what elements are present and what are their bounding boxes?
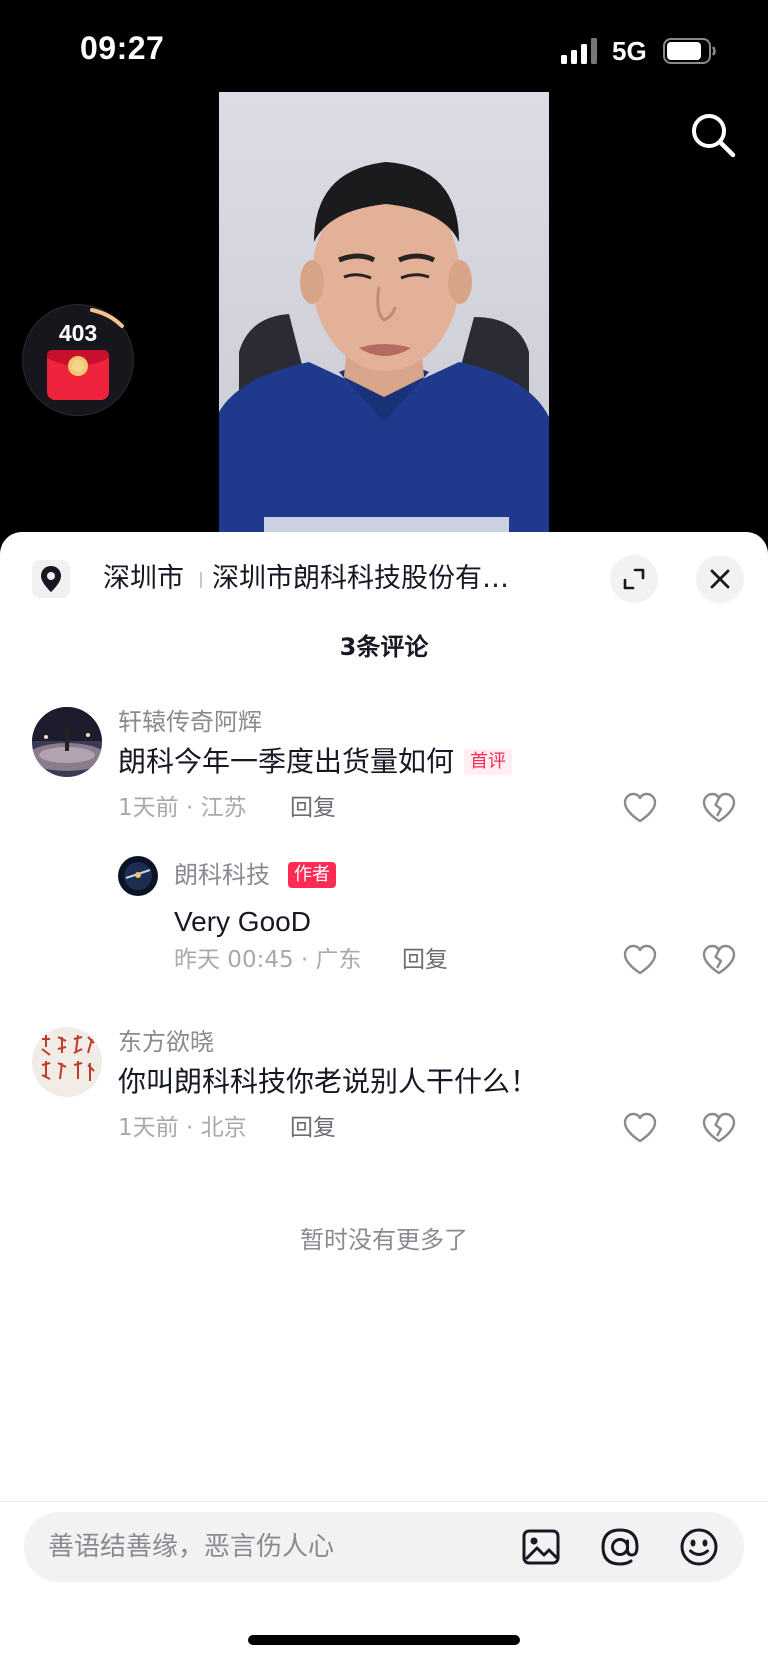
author-badge: 作者 xyxy=(288,862,336,888)
location-pin-icon xyxy=(32,560,70,598)
comment-username[interactable]: 轩辕传奇阿辉 xyxy=(118,707,262,737)
red-packet-count: 403 xyxy=(58,320,98,346)
comment-sheet: 深圳市 深圳市朗科科技股份有… 3条评论 轩辕传奇阿辉 朗科今年一季度出货量如何… xyxy=(0,532,768,1663)
expand-button[interactable] xyxy=(610,555,658,603)
comment-text: 朗科今年一季度出货量如何 首评 xyxy=(118,744,513,780)
image-icon[interactable] xyxy=(520,1526,562,1568)
video-frame-image xyxy=(219,92,549,532)
expand-icon xyxy=(623,568,645,590)
red-packet-timer[interactable]: 403 xyxy=(22,304,134,416)
reply-text: Very GooD xyxy=(174,906,311,937)
reply-button[interactable]: 回复 xyxy=(290,793,336,823)
status-time: 09:27 xyxy=(80,30,165,66)
search-icon[interactable] xyxy=(690,112,736,158)
location-company: 深圳市朗科科技股份有… xyxy=(212,563,509,594)
status-bar: 09:27 5G xyxy=(0,0,768,96)
battery-icon xyxy=(663,38,716,64)
comment-meta: 1天前 · 北京 xyxy=(118,1115,247,1141)
avatar[interactable] xyxy=(32,1027,102,1097)
first-comment-badge: 首评 xyxy=(464,749,513,775)
network-type: 5G xyxy=(612,36,647,66)
like-heart-icon[interactable] xyxy=(623,792,657,824)
reply-username[interactable]: 朗科科技 xyxy=(174,860,270,890)
avatar[interactable] xyxy=(32,707,102,777)
comment-input[interactable] xyxy=(48,1512,508,1582)
comment-text-content: 朗科今年一季度出货量如何 xyxy=(118,745,455,778)
dislike-broken-heart-icon[interactable] xyxy=(702,1112,736,1144)
reply-button[interactable]: 回复 xyxy=(290,1113,336,1143)
red-envelope-icon xyxy=(47,350,109,400)
close-button[interactable] xyxy=(696,555,744,603)
comment-item: 轩辕传奇阿辉 朗科今年一季度出货量如何 首评 1天前 · 江苏 回复 朗科科技 作… xyxy=(0,707,768,977)
reply-button[interactable]: 回复 xyxy=(402,945,448,975)
input-divider xyxy=(0,1501,768,1502)
like-heart-icon[interactable] xyxy=(623,1112,657,1144)
video-player[interactable] xyxy=(219,92,549,532)
emoji-icon[interactable] xyxy=(678,1526,720,1568)
signal-icon xyxy=(561,38,597,64)
reply-meta: 昨天 00:45 · 广东 xyxy=(174,947,362,973)
at-icon[interactable] xyxy=(599,1526,641,1568)
dislike-broken-heart-icon[interactable] xyxy=(702,944,736,976)
comment-input-bar xyxy=(24,1512,744,1582)
reply-avatar[interactable] xyxy=(118,856,158,896)
comment-meta: 1天前 · 江苏 xyxy=(118,795,247,821)
dislike-broken-heart-icon[interactable] xyxy=(702,792,736,824)
location-city: 深圳市 xyxy=(103,563,184,594)
like-heart-icon[interactable] xyxy=(623,944,657,976)
close-icon xyxy=(710,569,730,589)
location-divider xyxy=(200,572,202,588)
comment-username[interactable]: 东方欲晓 xyxy=(118,1027,214,1057)
comment-text: 你叫朗科科技你老说别人干什么！ xyxy=(118,1065,539,1098)
comment-item: 东方欲晓 你叫朗科科技你老说别人干什么！ 1天前 · 北京 回复 xyxy=(0,1027,768,1157)
home-indicator[interactable] xyxy=(248,1635,520,1645)
location-bar[interactable]: 深圳市 深圳市朗科科技股份有… xyxy=(0,532,768,624)
comment-count: 3条评论 xyxy=(339,633,429,661)
list-end-text: 暂时没有更多了 xyxy=(300,1226,468,1254)
